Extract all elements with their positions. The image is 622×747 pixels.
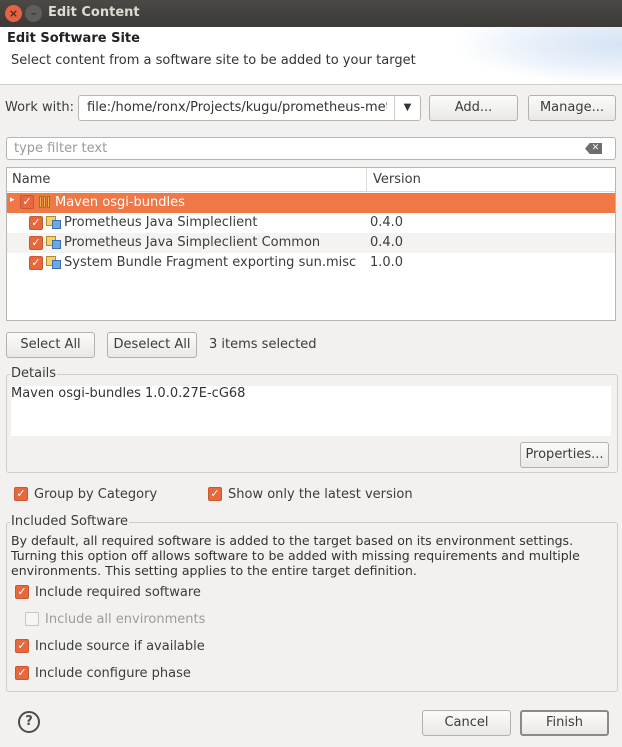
tree-row-category[interactable]: ▸ ✓ Maven osgi-bundles	[7, 193, 615, 213]
item-checkbox[interactable]: ✓	[29, 236, 43, 250]
collapse-arrow-icon[interactable]: ▸	[10, 195, 15, 205]
work-with-combo[interactable]: file:/home/ronx/Projects/kugu/prometheus…	[78, 95, 421, 121]
item-name: System Bundle Fragment exporting sun.mis…	[64, 255, 357, 270]
details-text: Maven osgi-bundles 1.0.0.27E-cG68	[11, 386, 246, 401]
plugin-icon	[46, 215, 62, 230]
window-title: Edit Content	[48, 5, 140, 20]
deselect-all-button[interactable]: Deselect All	[107, 332, 197, 358]
select-all-button[interactable]: Select All	[6, 332, 95, 358]
included-software-description: By default, all required software is add…	[11, 533, 580, 578]
item-checkbox[interactable]: ✓	[29, 256, 43, 270]
work-with-label: Work with:	[5, 100, 75, 115]
show-latest-checkbox[interactable]: ✓	[208, 487, 222, 501]
tree-row[interactable]: ✓ System Bundle Fragment exporting sun.m…	[7, 253, 615, 273]
details-text-area[interactable]: Maven osgi-bundles 1.0.0.27E-cG68	[11, 386, 611, 436]
item-version: 0.4.0	[370, 235, 404, 250]
include-source-checkbox[interactable]: ✓	[15, 639, 29, 653]
group-by-category-label[interactable]: Group by Category	[34, 487, 157, 502]
minimize-window-icon[interactable]: –	[25, 5, 42, 22]
details-title: Details	[10, 366, 58, 381]
category-icon	[39, 196, 53, 208]
wizard-banner: Edit Software Site Select content from a…	[0, 27, 622, 85]
category-name: Maven osgi-bundles	[55, 195, 185, 210]
add-site-button[interactable]: Add...	[429, 95, 518, 121]
banner-decoration	[452, 27, 622, 84]
plugin-icon	[46, 235, 62, 250]
tree-header: Name Version	[7, 168, 615, 192]
selection-status: 3 items selected	[209, 337, 317, 352]
column-header-name[interactable]: Name	[12, 172, 50, 187]
column-header-version[interactable]: Version	[373, 172, 421, 187]
item-name: Prometheus Java Simpleclient Common	[64, 235, 321, 250]
item-name: Prometheus Java Simpleclient	[64, 215, 258, 230]
plugin-icon	[46, 255, 62, 270]
column-separator[interactable]	[366, 168, 367, 192]
dropdown-arrow-icon[interactable]: ▼	[394, 96, 420, 120]
item-version: 1.0.0	[370, 255, 404, 270]
tree-row[interactable]: ✓ Prometheus Java Simpleclient Common 0.…	[7, 233, 615, 253]
tree-row[interactable]: ✓ Prometheus Java Simpleclient 0.4.0	[7, 213, 615, 233]
window-titlebar: × – Edit Content	[0, 0, 622, 27]
show-latest-label[interactable]: Show only the latest version	[228, 487, 413, 502]
item-version: 0.4.0	[370, 215, 404, 230]
category-checkbox[interactable]: ✓	[20, 195, 34, 209]
work-with-value: file:/home/ronx/Projects/kugu/prometheus…	[87, 100, 387, 115]
cancel-button[interactable]: Cancel	[422, 710, 511, 736]
include-configure-label[interactable]: Include configure phase	[35, 666, 191, 681]
banner-description: Select content from a software site to b…	[11, 53, 416, 68]
clear-filter-icon[interactable]: ✕	[585, 143, 602, 154]
manage-sites-button[interactable]: Manage...	[528, 95, 616, 121]
properties-button[interactable]: Properties...	[520, 442, 609, 468]
filter-placeholder: type filter text	[14, 141, 108, 156]
filter-input[interactable]: type filter text ✕	[6, 137, 616, 160]
item-checkbox[interactable]: ✓	[29, 216, 43, 230]
include-required-label[interactable]: Include required software	[35, 585, 201, 600]
included-software-title: Included Software	[10, 514, 130, 529]
content-tree[interactable]: Name Version ▸ ✓ Maven osgi-bundles ✓ Pr…	[6, 167, 616, 321]
include-source-label[interactable]: Include source if available	[35, 639, 205, 654]
finish-button[interactable]: Finish	[520, 710, 609, 736]
include-configure-checkbox[interactable]: ✓	[15, 666, 29, 680]
help-icon[interactable]: ?	[18, 711, 40, 733]
include-all-env-label: Include all environments	[45, 612, 206, 627]
banner-title: Edit Software Site	[7, 31, 140, 46]
group-by-category-checkbox[interactable]: ✓	[14, 487, 28, 501]
include-all-env-checkbox[interactable]	[25, 612, 39, 626]
close-window-icon[interactable]: ×	[5, 5, 22, 22]
include-required-checkbox[interactable]: ✓	[15, 585, 29, 599]
